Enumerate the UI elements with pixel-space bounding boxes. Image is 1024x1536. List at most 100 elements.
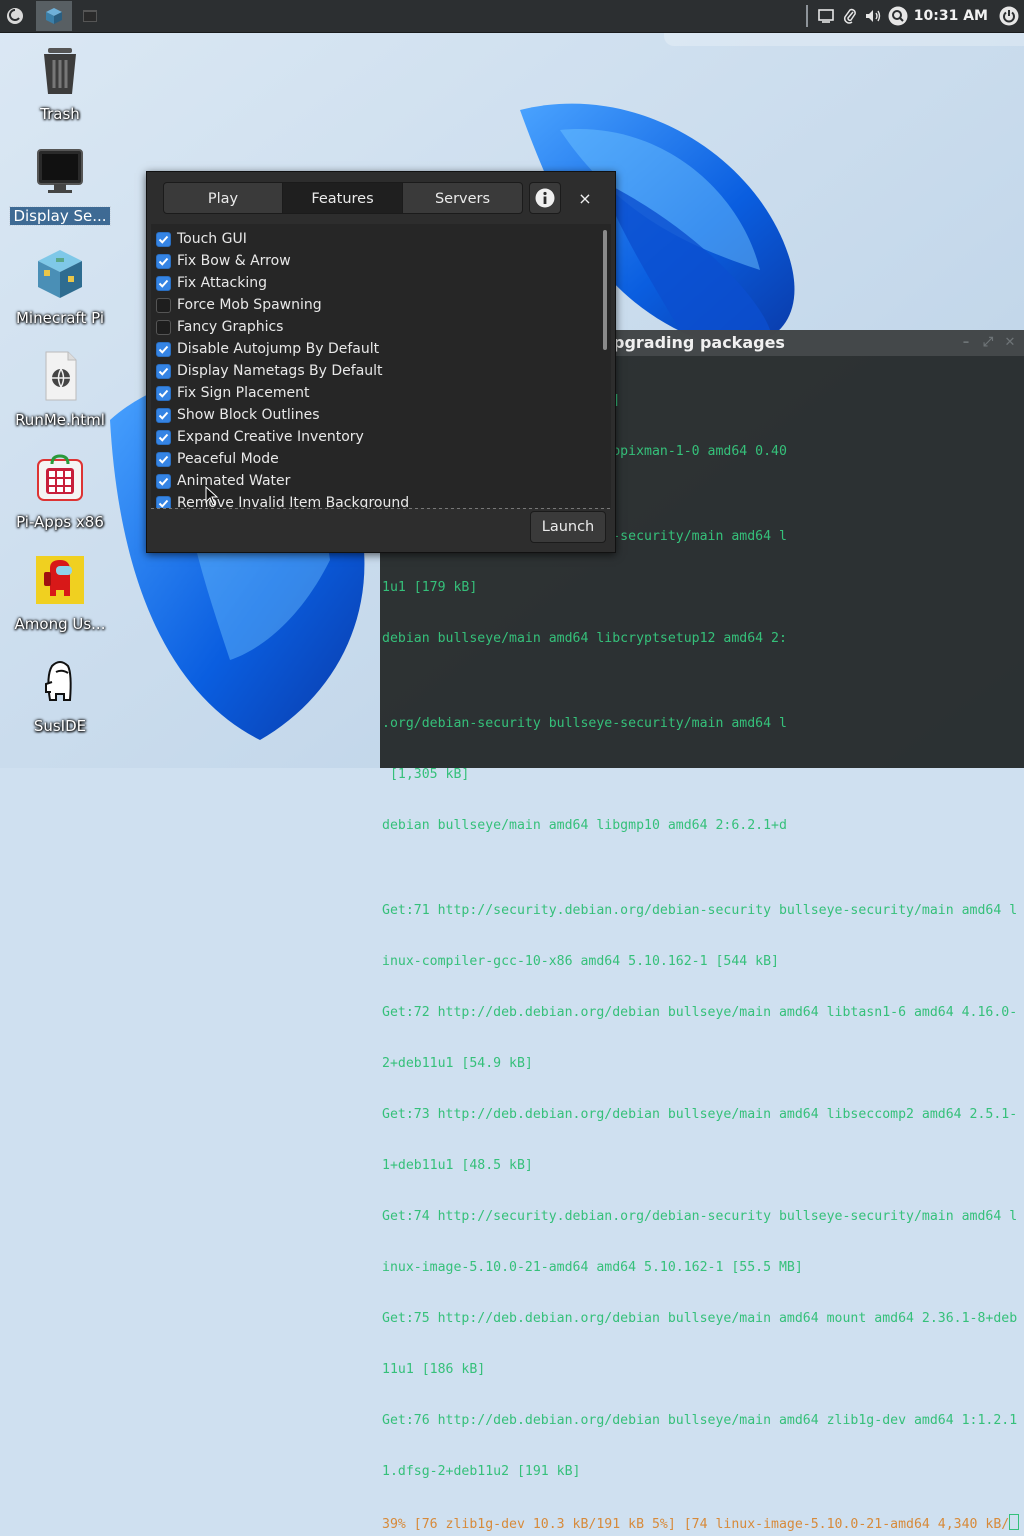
terminal-line: 11u1 [186 kB] [382,1362,486,1377]
checkmark-icon [158,235,169,244]
desktop-icon-minecraft-pi[interactable]: Minecraft Pi [0,246,120,327]
checkmark-icon [158,345,169,354]
terminal-status-line: 39% [76 zlib1g-dev 10.3 kB/191 kB 5%] [7… [382,1514,1024,1533]
feature-fix-attacking[interactable]: Fix Attacking [151,272,611,294]
terminal-line: 2+deb11u1 [54.9 kB] [382,1056,533,1071]
info-icon [535,188,555,208]
feature-label: Animated Water [177,473,291,489]
paperclip-icon[interactable] [838,0,862,32]
trash-icon [44,48,76,94]
list-scrollbar[interactable] [603,230,607,350]
list-divider [151,508,611,509]
clock[interactable]: 10:31 AM [914,8,988,24]
terminal-line: Get:74 http://security.debian.org/debian… [382,1209,1018,1224]
feature-animated-water[interactable]: Animated Water [151,470,611,492]
desktop-icon-suside[interactable]: SusIDE [0,654,120,735]
volume-icon[interactable] [862,0,886,32]
checkbox-checked[interactable] [156,495,171,508]
checkbox-checked[interactable] [156,385,171,401]
checkmark-icon [158,389,169,398]
sus-ghost-icon [45,661,72,701]
feature-expand-creative-inventory[interactable]: Expand Creative Inventory [151,426,611,448]
desktop-icon-label: Pi-Apps x86 [16,513,104,531]
terminal-line: .org/debian-security bullseye-security/m… [382,716,787,731]
checkbox-checked[interactable] [156,429,171,445]
terminal-line: [1,305 kB] [382,767,470,782]
desktop-icon-label: RunMe.html [15,411,105,429]
terminal-line: inux-compiler-gcc-10-x86 amd64 5.10.162-… [382,954,779,969]
feature-label: Peaceful Mode [177,451,279,467]
feature-show-block-outlines[interactable]: Show Block Outlines [151,404,611,426]
checkbox-checked[interactable] [156,231,171,247]
feature-disable-autojump[interactable]: Disable Autojump By Default [151,338,611,360]
desktop-icon-label: Display Se... [9,206,111,226]
minimize-icon[interactable]: – [958,330,974,356]
desktop-icon-label: SusIDE [33,717,87,735]
checkbox-unchecked[interactable] [156,297,171,313]
top-panel: 10:31 AM [0,0,1024,33]
tab-servers[interactable]: Servers [403,182,523,214]
checkbox-checked[interactable] [156,363,171,379]
launch-button[interactable]: Launch [530,511,606,543]
desktop-icon-label: Minecraft Pi [15,309,104,327]
power-icon[interactable] [994,0,1024,32]
tab-features[interactable]: Features [283,182,403,214]
checkmark-icon [158,279,169,288]
feature-label: Fancy Graphics [177,319,284,335]
terminal-progress-text: 39% [76 zlib1g-dev 10.3 kB/191 kB 5%] [7… [382,1517,1010,1532]
close-icon[interactable]: ✕ [1002,330,1018,356]
feature-fix-bow-arrow[interactable]: Fix Bow & Arrow [151,250,611,272]
feature-fix-sign-placement[interactable]: Fix Sign Placement [151,382,611,404]
feature-fancy-graphics[interactable]: Fancy Graphics [151,316,611,338]
terminal-line: Get:75 http://deb.debian.org/debian bull… [382,1311,1018,1326]
terminal-title: Upgrading packages [600,333,785,352]
terminal-line: 1+deb11u1 [48.5 kB] [382,1158,533,1173]
debian-menu-icon[interactable] [0,0,30,32]
info-button[interactable] [529,182,561,214]
feature-display-nametags[interactable]: Display Nametags By Default [151,360,611,382]
desktop-icon-among-us[interactable]: Among Us... [0,552,120,633]
terminal-line: Get:76 http://deb.debian.org/debian bull… [382,1413,1018,1428]
tab-play[interactable]: Play [163,182,283,214]
terminal-line: 1.dfsg-2+deb11u2 [191 kB] [382,1464,581,1479]
desktop-icon-pi-apps[interactable]: Pi-Apps x86 [0,450,120,531]
checkbox-checked[interactable] [156,275,171,291]
checkbox-unchecked[interactable] [156,319,171,335]
feature-label: Fix Attacking [177,275,268,291]
feature-label: Touch GUI [177,231,247,247]
feature-label: Force Mob Spawning [177,297,322,313]
taskbar-minecraft-button[interactable] [36,1,72,31]
search-icon[interactable] [886,0,910,32]
screen-icon[interactable] [814,0,838,32]
desktop-icon-trash[interactable]: Trash [0,42,120,123]
checkmark-icon [158,455,169,464]
feature-force-mob-spawning[interactable]: Force Mob Spawning [151,294,611,316]
checkmark-icon [158,433,169,442]
checkbox-checked[interactable] [156,473,171,489]
checkbox-checked[interactable] [156,451,171,467]
checkbox-checked[interactable] [156,407,171,423]
desktop-icon-label: Trash [40,105,80,123]
feature-touch-gui[interactable]: Touch GUI [151,228,611,250]
minecraft-block-icon [46,8,62,24]
desktop-icon-runme-html[interactable]: RunMe.html [0,348,120,429]
terminal-line: Get:73 http://deb.debian.org/debian bull… [382,1107,1018,1122]
feature-peaceful-mode[interactable]: Peaceful Mode [151,448,611,470]
tray-separator [805,5,808,27]
checkbox-checked[interactable] [156,253,171,269]
terminal-line: 1u1 [179 kB] [382,580,478,595]
window-controls: – ⤢ ✕ [958,330,1018,356]
desktop-icon-display-settings[interactable]: Display Se... [0,144,120,226]
features-list[interactable]: Touch GUI Fix Bow & Arrow Fix Attacking … [151,224,611,508]
terminal-line: Get:72 http://deb.debian.org/debian bull… [382,1005,1018,1020]
feature-label: Fix Sign Placement [177,385,310,401]
feature-remove-invalid-item-background[interactable]: Remove Invalid Item Background [151,492,611,508]
terminal-line: inux-image-5.10.0-21-amd64 amd64 5.10.16… [382,1260,803,1275]
checkbox-checked[interactable] [156,341,171,357]
terminal-line: Get:71 http://security.debian.org/debian… [382,903,1018,918]
terminal-icon [83,10,97,22]
maximize-icon[interactable]: ⤢ [980,330,996,356]
close-button[interactable]: × [573,186,597,210]
mouse-pointer-icon [205,486,219,506]
taskbar-terminal-button[interactable] [76,0,104,32]
